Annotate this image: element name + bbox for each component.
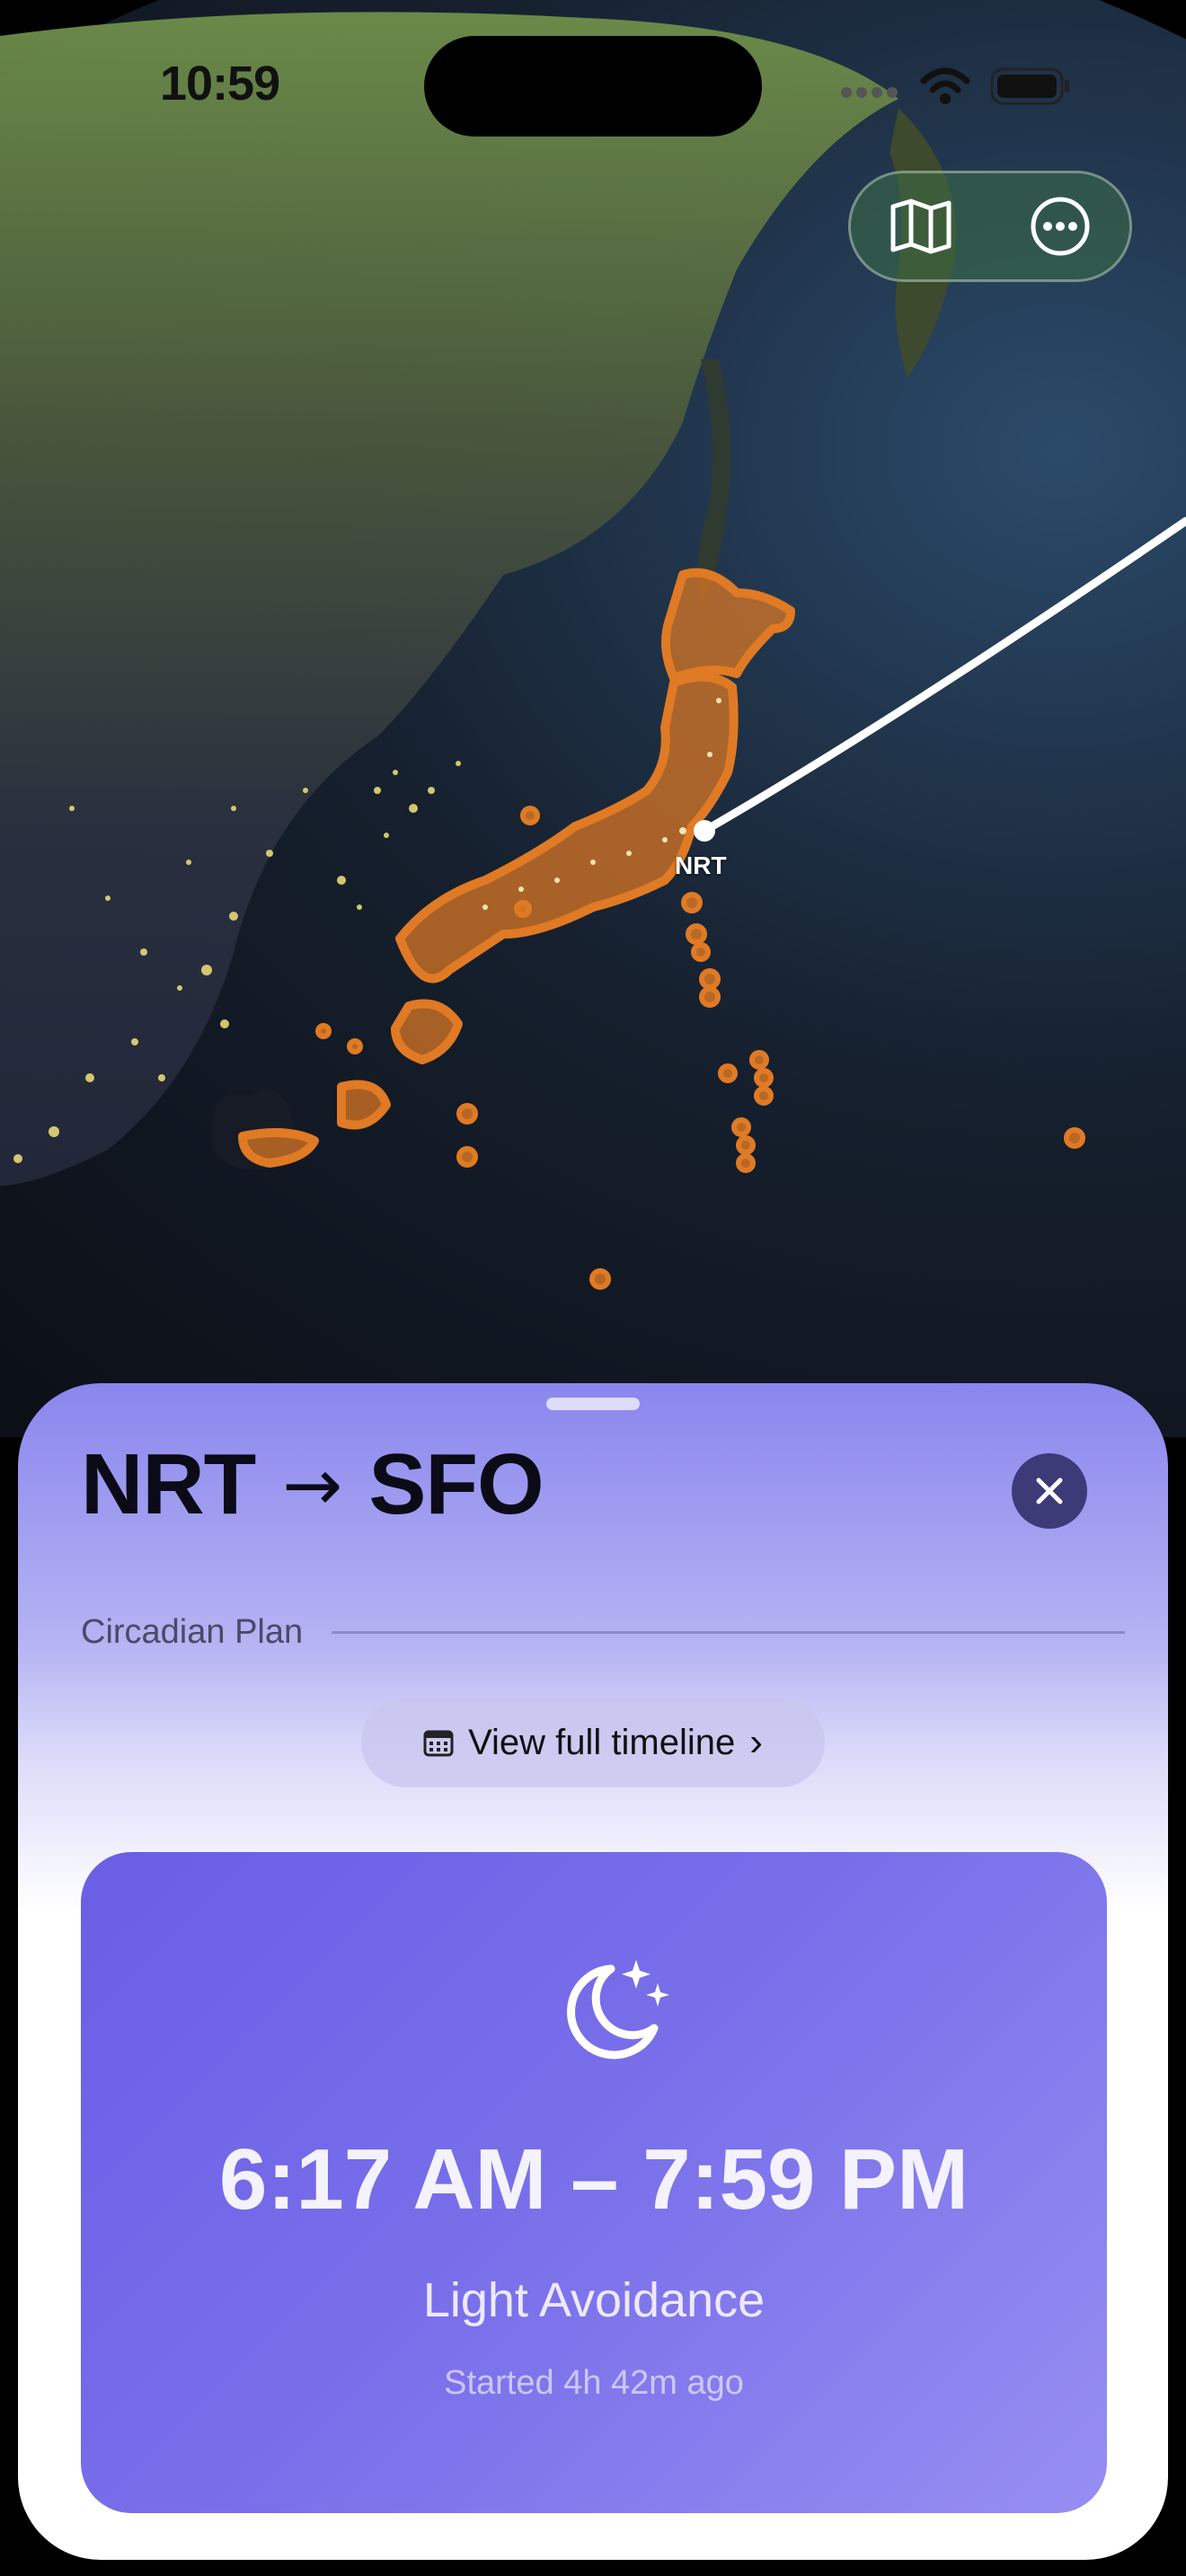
moon-stars-icon [567,1960,669,2060]
cellular-icon [841,87,898,98]
current-phase-card[interactable]: 6:17 AM – 7:59 PM Light Avoidance Starte… [81,1852,1107,2513]
ellipsis-circle-icon [1031,197,1089,256]
close-button[interactable] [1012,1453,1087,1529]
wifi-icon [920,67,970,104]
map-icon [890,198,951,254]
route-title: NRT → SFO [81,1435,544,1534]
section-divider [332,1631,1125,1634]
phase-time-range: 6:17 AM – 7:59 PM [218,2131,969,2228]
status-time: 10:59 [160,57,280,110]
sheet-grabber[interactable] [546,1398,640,1410]
map-controls [848,171,1132,282]
battery-icon [990,67,1069,105]
section-label: Circadian Plan [81,1613,304,1651]
phase-started: Started 4h 42m ago [444,2364,744,2402]
origin-code: NRT [81,1436,256,1532]
flight-detail-sheet: NRT → SFO Circadian Plan View full timel… [18,1383,1168,2560]
chevron-right-icon: › [749,1720,763,1764]
destination-code: SFO [368,1436,544,1532]
status-icons [839,66,1071,106]
more-options-button[interactable] [1015,181,1105,271]
section-header: Circadian Plan [81,1613,1125,1652]
phase-mode: Light Avoidance [422,2273,766,2327]
route-arrow: → [282,1442,342,1527]
dynamic-island [424,36,762,137]
view-timeline-label: View full timeline [468,1722,736,1762]
close-icon [1036,1478,1063,1504]
calendar-icon [423,1730,454,1757]
view-timeline-button[interactable]: View full timeline › [361,1698,825,1787]
origin-airport-label: NRT [675,851,727,879]
origin-marker[interactable] [694,820,715,842]
status-bar: 10:59 [0,0,1186,171]
map-style-button[interactable] [876,181,966,271]
